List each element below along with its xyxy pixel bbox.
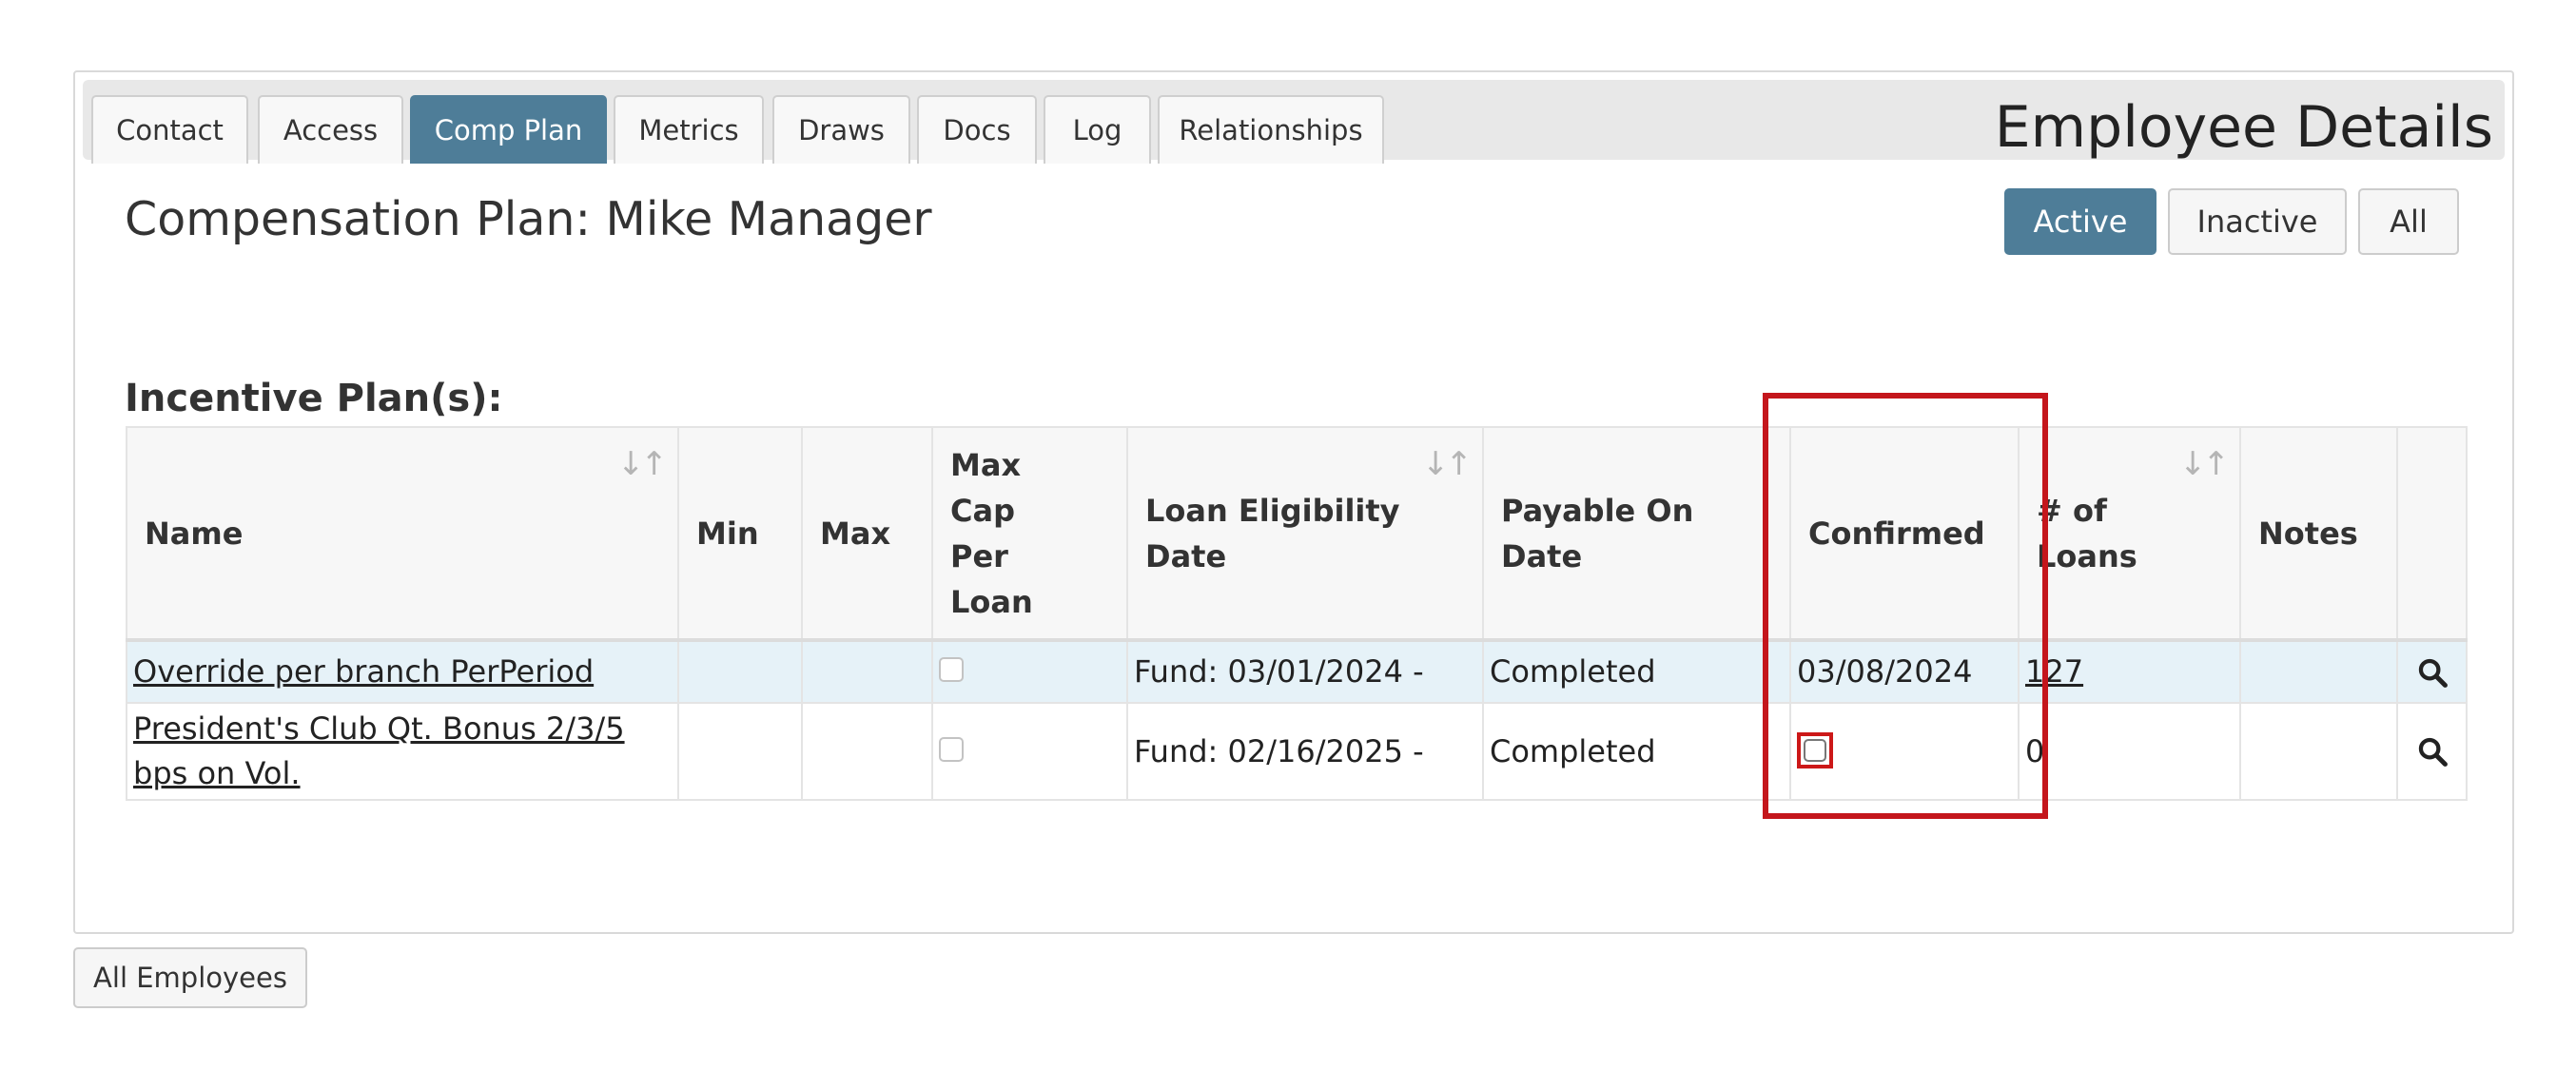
- cell-max-cap: [931, 702, 1128, 801]
- max-cap-checkbox[interactable]: [939, 657, 964, 682]
- column-label: Loan Eligibility: [1145, 492, 1400, 529]
- table-header-row: Name ↓↑ Min Max Max Cap Per Loan Loan El…: [126, 426, 2468, 642]
- column-label: Payable On: [1501, 492, 1694, 529]
- all-employees-button[interactable]: All Employees: [73, 947, 307, 1008]
- tab-metrics[interactable]: Metrics: [614, 95, 764, 164]
- tab-draws[interactable]: Draws: [772, 95, 910, 164]
- cell-loans: 0: [2018, 702, 2241, 801]
- column-label: # of: [2037, 492, 2107, 529]
- cell-payable-on: Completed: [1482, 639, 1791, 704]
- cell-confirmed: [1789, 702, 2020, 801]
- incentive-plans-table: Name ↓↑ Min Max Max Cap Per Loan Loan El…: [126, 426, 2468, 801]
- column-label: Notes: [2258, 515, 2358, 552]
- page-title: Compensation Plan: Mike Manager: [125, 192, 932, 246]
- confirmed-checkbox[interactable]: [1804, 738, 1826, 762]
- cell-payable-on: Completed: [1482, 702, 1791, 801]
- all-filter-button[interactable]: All: [2358, 188, 2459, 255]
- tab-access[interactable]: Access: [258, 95, 403, 164]
- cell-loans: 127: [2018, 639, 2241, 704]
- cell-max: [801, 702, 933, 801]
- table-row[interactable]: Override per branch PerPeriod Fund: 03/0…: [126, 639, 2468, 704]
- column-header-number-of-loans[interactable]: # of Loans ↓↑: [2018, 426, 2241, 642]
- sort-arrows-icon[interactable]: ↓↑: [617, 441, 668, 487]
- column-header-loan-eligibility-date[interactable]: Loan Eligibility Date ↓↑: [1126, 426, 1484, 642]
- column-header-actions: [2396, 426, 2468, 642]
- tab-relationships[interactable]: Relationships: [1158, 95, 1384, 164]
- header-title: Employee Details: [1994, 94, 2493, 161]
- column-header-max-cap-per-loan: Max Cap Per Loan: [931, 426, 1128, 642]
- section-title: Incentive Plan(s):: [125, 377, 503, 420]
- column-header-max: Max: [801, 426, 933, 642]
- column-label: Confirmed: [1808, 515, 1985, 552]
- column-label: Loan: [950, 583, 1033, 620]
- cell-actions: [2396, 702, 2468, 801]
- tab-contact[interactable]: Contact: [91, 95, 248, 164]
- cell-loan-eligibility: Fund: 03/01/2024 -: [1126, 639, 1484, 704]
- cell-actions: [2396, 639, 2468, 704]
- tab-log[interactable]: Log: [1044, 95, 1151, 164]
- tab-comp-plan[interactable]: Comp Plan: [410, 95, 607, 164]
- employee-details-panel: Contact Access Comp Plan Metrics Draws D…: [73, 70, 2514, 934]
- column-header-payable-on-date: Payable On Date: [1482, 426, 1791, 642]
- cell-min: [677, 639, 803, 704]
- magnifier-icon[interactable]: [2404, 735, 2460, 768]
- magnifier-icon[interactable]: [2404, 656, 2460, 689]
- column-header-notes: Notes: [2239, 426, 2398, 642]
- cell-name: Override per branch PerPeriod: [126, 639, 679, 704]
- cell-name: President's Club Qt. Bonus 2/3/5 bps on …: [126, 702, 679, 801]
- tab-docs[interactable]: Docs: [917, 95, 1037, 164]
- column-label: Date: [1145, 537, 1227, 574]
- cell-notes: [2239, 702, 2398, 801]
- inactive-filter-button[interactable]: Inactive: [2168, 188, 2347, 255]
- sort-arrows-icon[interactable]: ↓↑: [2179, 441, 2230, 487]
- table-row[interactable]: President's Club Qt. Bonus 2/3/5 bps on …: [126, 702, 2468, 801]
- cell-notes: [2239, 639, 2398, 704]
- column-header-name[interactable]: Name ↓↑: [126, 426, 679, 642]
- active-filter-button[interactable]: Active: [2004, 188, 2156, 255]
- column-header-confirmed: Confirmed: [1789, 426, 2020, 642]
- column-label: Max: [950, 446, 1022, 483]
- cell-confirmed: 03/08/2024: [1789, 639, 2020, 704]
- tab-bar: Contact Access Comp Plan Metrics Draws D…: [83, 80, 2505, 164]
- plan-name-link[interactable]: President's Club Qt. Bonus 2/3/5 bps on …: [133, 710, 625, 791]
- column-label: Loans: [2037, 537, 2137, 574]
- column-label: Per: [950, 537, 1008, 574]
- cell-max-cap: [931, 639, 1128, 704]
- column-label: Date: [1501, 537, 1583, 574]
- column-header-min: Min: [677, 426, 803, 642]
- column-label: Max: [820, 515, 891, 552]
- confirmed-checkbox-highlight: [1797, 731, 1833, 768]
- cell-min: [677, 702, 803, 801]
- loans-count-link[interactable]: 127: [2025, 653, 2083, 690]
- column-label: Cap: [950, 492, 1015, 529]
- sort-arrows-icon[interactable]: ↓↑: [1422, 441, 1473, 487]
- plan-name-link[interactable]: Override per branch PerPeriod: [133, 653, 594, 690]
- max-cap-checkbox[interactable]: [939, 736, 964, 762]
- column-label: Name: [145, 515, 244, 552]
- cell-max: [801, 639, 933, 704]
- column-label: Min: [696, 515, 759, 552]
- cell-loan-eligibility: Fund: 02/16/2025 -: [1126, 702, 1484, 801]
